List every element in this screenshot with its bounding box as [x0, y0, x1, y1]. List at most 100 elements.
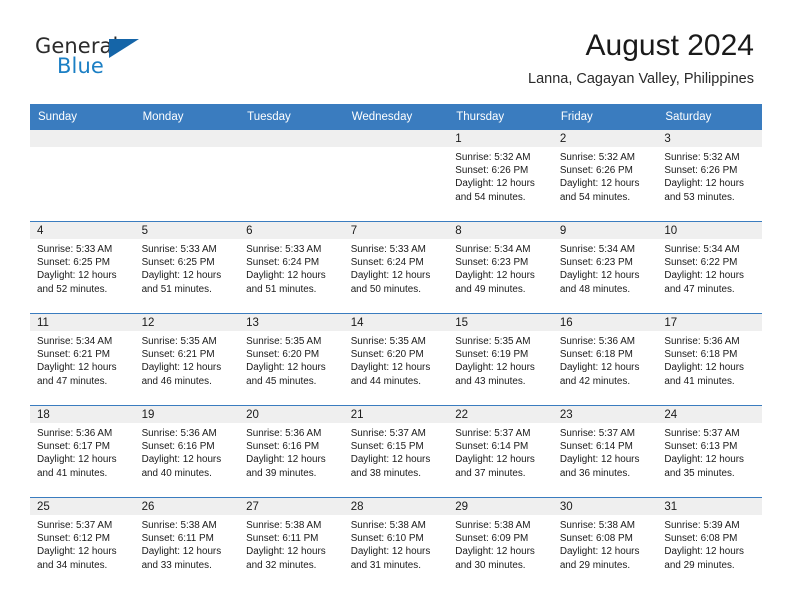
daylight-duration-line1: Daylight: 12 hours	[350, 362, 431, 374]
day-number: 8	[448, 222, 553, 239]
location-subtitle: Lanna, Cagayan Valley, Philippines	[528, 71, 754, 87]
daylight-duration-line1: Daylight: 12 hours	[559, 362, 640, 374]
day-details: Sunrise: 5:36 AM Sunset: 6:17 PM Daylight:…	[30, 423, 135, 480]
calendar-day-cell-empty	[134, 130, 240, 222]
daylight-duration-line1: Daylight: 12 hours	[559, 454, 640, 466]
day-number: 15	[448, 314, 553, 331]
sunrise-time: Sunrise: 5:34 AM	[455, 244, 531, 255]
daylight-duration-line1: Daylight: 12 hours	[664, 178, 744, 190]
day-number	[134, 130, 240, 147]
calendar-day-cell[interactable]: 26 Sunrise: 5:38 AM Sunset: 6:11 PM Dayligh…	[134, 497, 240, 589]
daylight-duration-line1: Daylight: 12 hours	[246, 454, 326, 466]
daylight-duration-line2: and 38 minutes.	[350, 467, 421, 479]
calendar-day-cell[interactable]: 19 Sunrise: 5:36 AM Sunset: 6:16 PM Dayligh…	[134, 405, 240, 498]
sunset-time: Sunset: 6:20 PM	[350, 349, 424, 361]
day-details: Sunrise: 5:34 AM Sunset: 6:23 PM Daylight:…	[448, 239, 553, 296]
calendar-day-cell[interactable]: 11 Sunrise: 5:34 AM Sunset: 6:21 PM Dayligh…	[30, 313, 135, 406]
calendar-day-cell[interactable]: 22 Sunrise: 5:37 AM Sunset: 6:14 PM Dayligh…	[448, 405, 553, 498]
day-number: 22	[448, 406, 553, 423]
calendar-day-cell[interactable]: 7 Sunrise: 5:33 AM Sunset: 6:24 PM Daylight…	[343, 221, 449, 314]
calendar-day-cell[interactable]: 17 Sunrise: 5:36 AM Sunset: 6:18 PM Dayligh…	[657, 313, 762, 406]
sunset-time: Sunset: 6:19 PM	[455, 349, 529, 361]
day-details: Sunrise: 5:36 AM Sunset: 6:16 PM Daylight:…	[239, 423, 344, 480]
sunset-time: Sunset: 6:18 PM	[664, 349, 738, 361]
sunset-time: Sunset: 6:11 PM	[246, 533, 319, 545]
sunrise-time: Sunrise: 5:34 AM	[37, 336, 113, 347]
calendar-day-cell[interactable]: 18 Sunrise: 5:36 AM Sunset: 6:17 PM Dayligh…	[30, 405, 135, 498]
calendar-day-cell[interactable]: 30 Sunrise: 5:38 AM Sunset: 6:08 PM Dayligh…	[552, 497, 658, 589]
daylight-duration-line1: Daylight: 12 hours	[350, 270, 431, 282]
daylight-duration-line2: and 33 minutes.	[141, 559, 212, 571]
daylight-duration-line2: and 47 minutes.	[37, 375, 108, 387]
sunset-time: Sunset: 6:09 PM	[455, 533, 529, 545]
day-number: 27	[239, 498, 344, 515]
calendar-day-cell[interactable]: 3 Sunrise: 5:32 AM Sunset: 6:26 PM Daylight…	[657, 130, 762, 222]
calendar-page: General Blue August 2024 Lanna, Cagayan …	[0, 0, 792, 612]
calendar-day-cell[interactable]: 21 Sunrise: 5:37 AM Sunset: 6:15 PM Dayligh…	[343, 405, 449, 498]
daylight-duration-line1: Daylight: 12 hours	[141, 454, 222, 466]
day-number: 26	[134, 498, 240, 515]
calendar-day-cell[interactable]: 29 Sunrise: 5:38 AM Sunset: 6:09 PM Dayligh…	[448, 497, 553, 589]
sunset-time: Sunset: 6:26 PM	[559, 165, 633, 177]
day-details: Sunrise: 5:33 AM Sunset: 6:25 PM Daylight:…	[30, 239, 135, 296]
sunrise-time: Sunrise: 5:32 AM	[455, 152, 531, 163]
daylight-duration-line1: Daylight: 12 hours	[350, 454, 431, 466]
daylight-duration-line2: and 29 minutes.	[559, 559, 631, 571]
sunset-time: Sunset: 6:23 PM	[559, 257, 633, 269]
sunrise-time: Sunrise: 5:34 AM	[559, 244, 636, 255]
sunset-time: Sunset: 6:16 PM	[246, 441, 320, 453]
day-details: Sunrise: 5:36 AM Sunset: 6:18 PM Daylight:…	[657, 331, 762, 388]
calendar-day-cell[interactable]: 10 Sunrise: 5:34 AM Sunset: 6:22 PM Dayligh…	[657, 221, 762, 314]
day-details: Sunrise: 5:33 AM Sunset: 6:24 PM Daylight:…	[344, 239, 449, 296]
daylight-duration-line2: and 51 minutes.	[246, 283, 317, 295]
calendar-day-cell[interactable]: 2 Sunrise: 5:32 AM Sunset: 6:26 PM Daylight…	[552, 130, 658, 222]
calendar-day-cell[interactable]: 15 Sunrise: 5:35 AM Sunset: 6:19 PM Dayligh…	[448, 313, 553, 406]
sunset-time: Sunset: 6:14 PM	[559, 441, 633, 453]
calendar-day-cell[interactable]: 16 Sunrise: 5:36 AM Sunset: 6:18 PM Dayligh…	[552, 313, 658, 406]
calendar-day-cell-empty	[239, 130, 344, 222]
calendar-day-cell[interactable]: 31 Sunrise: 5:39 AM Sunset: 6:08 PM Dayligh…	[657, 497, 762, 589]
daylight-duration-line2: and 36 minutes.	[559, 467, 631, 479]
sunrise-time: Sunrise: 5:38 AM	[559, 520, 636, 531]
day-details: Sunrise: 5:37 AM Sunset: 6:13 PM Daylight:…	[657, 423, 762, 480]
calendar-day-cell[interactable]: 14 Sunrise: 5:35 AM Sunset: 6:20 PM Dayligh…	[343, 313, 449, 406]
day-details: Sunrise: 5:35 AM Sunset: 6:21 PM Daylight:…	[135, 331, 240, 388]
daylight-duration-line2: and 45 minutes.	[246, 375, 317, 387]
calendar-day-cell[interactable]: 27 Sunrise: 5:38 AM Sunset: 6:11 PM Dayligh…	[239, 497, 344, 589]
sunrise-time: Sunrise: 5:37 AM	[559, 428, 636, 439]
calendar-day-cell[interactable]: 28 Sunrise: 5:38 AM Sunset: 6:10 PM Dayligh…	[343, 497, 449, 589]
sunrise-time: Sunrise: 5:36 AM	[246, 428, 322, 439]
sunset-time: Sunset: 6:14 PM	[455, 441, 529, 453]
sunrise-time: Sunrise: 5:36 AM	[37, 428, 113, 439]
calendar-day-cell[interactable]: 8 Sunrise: 5:34 AM Sunset: 6:23 PM Daylight…	[448, 221, 553, 314]
day-number	[343, 130, 449, 147]
calendar-day-cell[interactable]: 23 Sunrise: 5:37 AM Sunset: 6:14 PM Dayligh…	[552, 405, 658, 498]
calendar-day-cell[interactable]: 13 Sunrise: 5:35 AM Sunset: 6:20 PM Dayligh…	[239, 313, 344, 406]
daylight-duration-line2: and 40 minutes.	[141, 467, 212, 479]
calendar-day-cell[interactable]: 6 Sunrise: 5:33 AM Sunset: 6:24 PM Daylight…	[239, 221, 344, 314]
day-number: 13	[239, 314, 344, 331]
calendar-day-cell[interactable]: 9 Sunrise: 5:34 AM Sunset: 6:23 PM Daylight…	[552, 221, 658, 314]
day-details: Sunrise: 5:38 AM Sunset: 6:11 PM Daylight:…	[135, 515, 240, 572]
calendar-day-cell[interactable]: 20 Sunrise: 5:36 AM Sunset: 6:16 PM Dayligh…	[239, 405, 344, 498]
calendar-day-cell[interactable]: 1 Sunrise: 5:32 AM Sunset: 6:26 PM Daylight…	[448, 130, 553, 222]
calendar-day-cell[interactable]: 25 Sunrise: 5:37 AM Sunset: 6:12 PM Dayligh…	[30, 497, 135, 589]
calendar-day-cell[interactable]: 24 Sunrise: 5:37 AM Sunset: 6:13 PM Dayligh…	[657, 405, 762, 498]
daylight-duration-line1: Daylight: 12 hours	[246, 362, 326, 374]
daylight-duration-line2: and 54 minutes.	[455, 191, 526, 203]
brand-logo[interactable]: General Blue	[35, 34, 165, 82]
calendar-day-cell[interactable]: 4 Sunrise: 5:33 AM Sunset: 6:25 PM Daylight…	[30, 221, 135, 314]
calendar-day-cell[interactable]: 5 Sunrise: 5:33 AM Sunset: 6:25 PM Daylight…	[134, 221, 240, 314]
daylight-duration-line1: Daylight: 12 hours	[455, 362, 535, 374]
calendar-day-cell[interactable]: 12 Sunrise: 5:35 AM Sunset: 6:21 PM Dayligh…	[134, 313, 240, 406]
sunrise-time: Sunrise: 5:32 AM	[559, 152, 636, 163]
day-number: 2	[552, 130, 658, 147]
daylight-duration-line2: and 32 minutes.	[246, 559, 317, 571]
sunrise-time: Sunrise: 5:34 AM	[664, 244, 740, 255]
day-details: Sunrise: 5:34 AM Sunset: 6:22 PM Daylight:…	[657, 239, 762, 296]
day-details: Sunrise: 5:34 AM Sunset: 6:21 PM Daylight:…	[30, 331, 135, 388]
calendar-header-row: Sunday Monday Tuesday Wednesday Thursday…	[30, 104, 762, 130]
sunset-time: Sunset: 6:23 PM	[455, 257, 529, 269]
day-details: Sunrise: 5:38 AM Sunset: 6:10 PM Daylight:…	[344, 515, 449, 572]
sunset-time: Sunset: 6:26 PM	[455, 165, 529, 177]
